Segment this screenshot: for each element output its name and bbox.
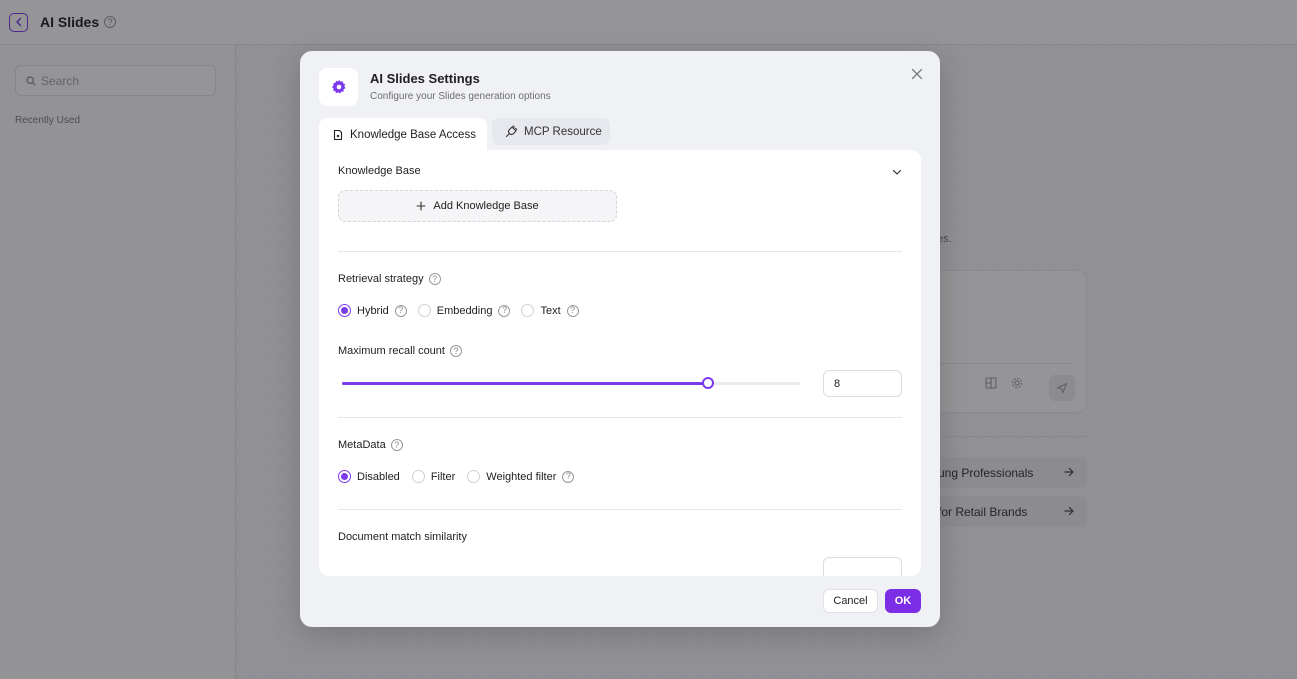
radio-label: Hybrid bbox=[357, 304, 389, 317]
doc-similarity-label: Document match similarity bbox=[338, 531, 467, 543]
radio-embedding[interactable]: Embedding ? bbox=[417, 304, 511, 317]
max-recall-input[interactable] bbox=[823, 370, 902, 397]
section-divider bbox=[338, 417, 902, 418]
retrieval-strategy-label: Retrieval strategy ? bbox=[338, 273, 441, 285]
section-divider bbox=[338, 509, 902, 510]
tab-label: Knowledge Base Access bbox=[350, 128, 476, 141]
radio-label: Filter bbox=[430, 470, 456, 483]
tab-label: MCP Resource bbox=[524, 125, 602, 138]
knowledge-base-panel: Knowledge Base Add Knowledge Base Retrie… bbox=[319, 150, 921, 576]
settings-logo bbox=[319, 68, 358, 106]
help-icon[interactable]: ? bbox=[498, 304, 511, 317]
radio-indicator bbox=[417, 304, 431, 317]
slider-fill bbox=[342, 382, 709, 385]
help-icon[interactable]: ? bbox=[390, 439, 403, 451]
help-icon[interactable]: ? bbox=[562, 470, 575, 483]
chevron-down-icon[interactable] bbox=[891, 166, 903, 178]
gear-icon bbox=[331, 79, 345, 94]
help-icon[interactable]: ? bbox=[394, 304, 407, 317]
radio-filter[interactable]: Filter bbox=[411, 470, 456, 483]
cancel-button[interactable]: Cancel bbox=[823, 589, 878, 613]
radio-indicator bbox=[411, 470, 425, 483]
section-divider bbox=[338, 251, 902, 252]
help-icon[interactable]: ? bbox=[566, 304, 579, 317]
slider-handle[interactable] bbox=[702, 377, 715, 389]
section-label: Document match similarity bbox=[338, 531, 467, 543]
section-label: Maximum recall count bbox=[338, 345, 445, 357]
modal-title: AI Slides Settings bbox=[370, 71, 480, 86]
tab-mcp-resource[interactable]: MCP Resource bbox=[492, 118, 610, 145]
doc-similarity-input[interactable] bbox=[823, 557, 902, 576]
radio-weighted-filter[interactable]: Weighted filter ? bbox=[467, 470, 575, 483]
section-label: MetaData bbox=[338, 439, 386, 451]
radio-label: Text bbox=[540, 304, 561, 317]
radio-indicator bbox=[521, 304, 535, 317]
radio-indicator bbox=[338, 470, 351, 483]
help-icon[interactable]: ? bbox=[428, 273, 441, 285]
plug-icon bbox=[505, 125, 518, 138]
add-knowledge-base-button[interactable]: Add Knowledge Base bbox=[338, 190, 617, 222]
radio-text[interactable]: Text ? bbox=[521, 304, 579, 317]
add-knowledge-base-label: Add Knowledge Base bbox=[433, 200, 539, 212]
modal-subtitle: Configure your Slides generation options bbox=[370, 91, 551, 102]
section-label: Retrieval strategy bbox=[338, 273, 424, 285]
knowledge-base-icon bbox=[333, 129, 343, 140]
tab-knowledge-base-access[interactable]: Knowledge Base Access bbox=[319, 118, 487, 151]
radio-label: Disabled bbox=[357, 470, 400, 483]
metadata-label: MetaData ? bbox=[338, 439, 403, 451]
help-icon[interactable]: ? bbox=[449, 345, 462, 357]
max-recall-label: Maximum recall count ? bbox=[338, 345, 462, 357]
close-icon[interactable] bbox=[910, 67, 924, 81]
section-label: Knowledge Base bbox=[338, 165, 421, 177]
max-recall-slider[interactable] bbox=[342, 377, 800, 389]
radio-label: Weighted filter bbox=[486, 470, 557, 483]
metadata-radio-group: Disabled Filter Weighted filter ? bbox=[338, 470, 575, 483]
radio-label: Embedding bbox=[436, 304, 493, 317]
radio-indicator bbox=[467, 470, 481, 483]
radio-disabled[interactable]: Disabled bbox=[338, 470, 400, 483]
retrieval-strategy-radio-group: Hybrid ? Embedding ? Text ? bbox=[338, 304, 579, 317]
plus-icon bbox=[416, 201, 426, 211]
radio-hybrid[interactable]: Hybrid ? bbox=[338, 304, 407, 317]
knowledge-base-label: Knowledge Base bbox=[338, 165, 421, 177]
radio-indicator bbox=[338, 304, 351, 317]
settings-modal: AI Slides Settings Configure your Slides… bbox=[300, 51, 940, 627]
ok-button[interactable]: OK bbox=[885, 589, 921, 613]
